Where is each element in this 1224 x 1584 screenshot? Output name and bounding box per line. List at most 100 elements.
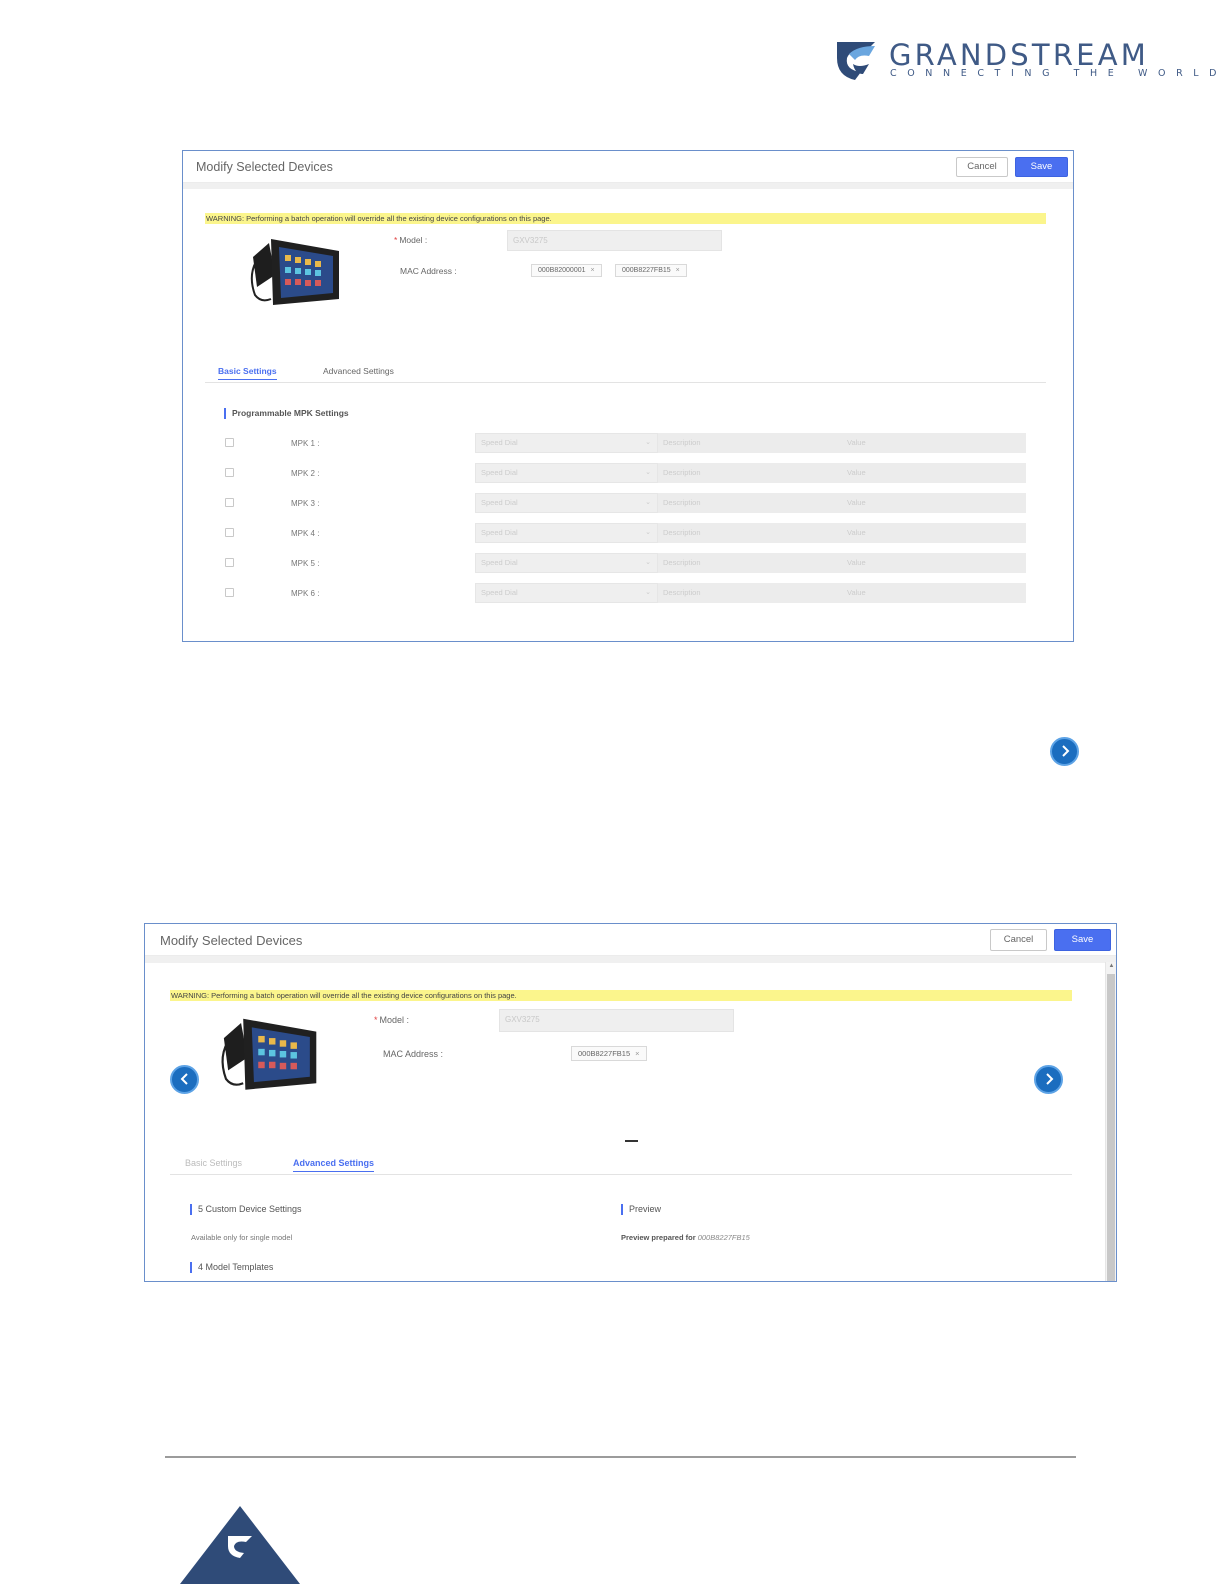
- mpk-checkbox[interactable]: [225, 588, 234, 597]
- chevron-right-icon: [1045, 1073, 1053, 1085]
- chevron-left-icon: [180, 1073, 188, 1085]
- chevron-down-icon: ⌄: [645, 499, 651, 506]
- mpk-type-select[interactable]: Speed Dial ⌄: [475, 433, 658, 453]
- mac-address-label: MAC Address :: [383, 1049, 444, 1059]
- mpk-label: MPK 5 :: [291, 559, 320, 568]
- modify-devices-dialog-advanced: Modify Selected Devices Cancel Save ▲ WA…: [144, 923, 1117, 1282]
- device-phone-image: [250, 239, 339, 305]
- grandstream-footer-icon: [180, 1506, 300, 1584]
- model-label: * Model :: [374, 1015, 410, 1025]
- mpk-row: MPK 4 : Speed Dial ⌄ Description Value: [183, 523, 1073, 543]
- mpk-value-input[interactable]: Value: [842, 433, 1026, 453]
- header-divider: [145, 956, 1116, 963]
- mpk-checkbox[interactable]: [225, 498, 234, 507]
- remove-tag-icon[interactable]: ×: [635, 1049, 639, 1058]
- mpk-type-select[interactable]: Speed Dial ⌄: [475, 523, 658, 543]
- previous-device-button[interactable]: [170, 1065, 199, 1094]
- preview-status: Preview prepared for 000B8227FB15: [621, 1233, 750, 1242]
- next-device-button[interactable]: [1050, 737, 1079, 766]
- mpk-label: MPK 2 :: [291, 469, 320, 478]
- scroll-up-icon[interactable]: ▲: [1107, 962, 1116, 971]
- dialog-title: Modify Selected Devices: [160, 933, 303, 948]
- remove-tag-icon[interactable]: ×: [676, 267, 680, 274]
- brand-tagline: CONNECTING THE WORLD: [890, 68, 1224, 79]
- mpk-checkbox[interactable]: [225, 558, 234, 567]
- chevron-down-icon: ⌄: [645, 589, 651, 596]
- mpk-value-input[interactable]: Value: [842, 523, 1026, 543]
- mpk-description-input[interactable]: Description: [658, 433, 842, 453]
- model-input[interactable]: GXV3275: [507, 230, 722, 251]
- mpk-label: MPK 6 :: [291, 589, 320, 598]
- brand-logo: GRANDSTREAM CONNECTING THE WORLD: [835, 38, 1217, 82]
- tab-basic-settings[interactable]: Basic Settings: [218, 366, 277, 380]
- mpk-row: MPK 5 : Speed Dial ⌄ Description Value: [183, 553, 1073, 573]
- grandstream-logo-icon: [837, 42, 875, 80]
- preview-title: Preview: [621, 1204, 661, 1215]
- mpk-value-input[interactable]: Value: [842, 583, 1026, 603]
- scrollbar-thumb[interactable]: [1107, 974, 1115, 1281]
- cancel-button[interactable]: Cancel: [990, 929, 1047, 951]
- mpk-description-input[interactable]: Description: [658, 463, 842, 483]
- mpk-description-input[interactable]: Description: [658, 583, 842, 603]
- mpk-value-input[interactable]: Value: [842, 493, 1026, 513]
- dialog-scrollbar[interactable]: ▲: [1105, 962, 1116, 1281]
- mpk-type-select[interactable]: Speed Dial ⌄: [475, 493, 658, 513]
- save-button[interactable]: Save: [1054, 929, 1111, 951]
- settings-tabs: Basic Settings Advanced Settings: [170, 1155, 1072, 1175]
- cancel-button[interactable]: Cancel: [956, 157, 1008, 177]
- chevron-down-icon: ⌄: [645, 529, 651, 536]
- batch-warning: WARNING: Performing a batch operation wi…: [170, 990, 1072, 1001]
- mpk-label: MPK 1 :: [291, 439, 320, 448]
- mpk-type-select[interactable]: Speed Dial ⌄: [475, 463, 658, 483]
- chevron-down-icon: ⌄: [645, 439, 651, 446]
- modify-devices-dialog-basic: Modify Selected Devices Cancel Save WARN…: [182, 150, 1074, 642]
- mpk-type-select[interactable]: Speed Dial ⌄: [475, 553, 658, 573]
- chevron-down-icon: ⌄: [645, 469, 651, 476]
- mpk-checkbox[interactable]: [225, 528, 234, 537]
- mpk-checkbox[interactable]: [225, 438, 234, 447]
- tab-advanced-settings[interactable]: Advanced Settings: [323, 366, 394, 376]
- mac-tag[interactable]: 000B8227FB15 ×: [571, 1046, 647, 1061]
- dialog-header: Modify Selected Devices Cancel Save: [145, 924, 1116, 956]
- mpk-description-input[interactable]: Description: [658, 493, 842, 513]
- mpk-row: MPK 6 : Speed Dial ⌄ Description Value: [183, 583, 1073, 603]
- mpk-list: MPK 1 : Speed Dial ⌄ Description Value MP…: [183, 433, 1073, 613]
- mpk-section-title: Programmable MPK Settings: [224, 408, 349, 419]
- save-button[interactable]: Save: [1015, 157, 1068, 177]
- custom-settings-note: Available only for single model: [191, 1233, 293, 1242]
- model-templates-title: 4 Model Templates: [190, 1262, 273, 1273]
- mpk-checkbox[interactable]: [225, 468, 234, 477]
- preview-mac: 000B8227FB15: [697, 1233, 750, 1242]
- brand-name: GRANDSTREAM: [889, 38, 1149, 72]
- mpk-description-input[interactable]: Description: [658, 553, 842, 573]
- header-divider: [183, 183, 1073, 189]
- mpk-description-input[interactable]: Description: [658, 523, 842, 543]
- device-phone-image: [221, 1018, 317, 1090]
- model-input[interactable]: GXV3275: [499, 1009, 734, 1032]
- settings-tabs: Basic Settings Advanced Settings: [205, 363, 1046, 383]
- custom-settings-title: 5 Custom Device Settings: [190, 1204, 302, 1215]
- model-label: * Model :: [394, 235, 428, 245]
- mpk-type-select[interactable]: Speed Dial ⌄: [475, 583, 658, 603]
- mac-address-label: MAC Address :: [400, 266, 457, 276]
- remove-tag-icon[interactable]: ×: [591, 267, 595, 274]
- batch-warning: WARNING: Performing a batch operation wi…: [205, 213, 1046, 224]
- mpk-label: MPK 3 :: [291, 499, 320, 508]
- mac-tag[interactable]: 000B8227FB15 ×: [615, 264, 687, 277]
- mpk-row: MPK 2 : Speed Dial ⌄ Description Value: [183, 463, 1073, 483]
- mac-tag[interactable]: 000B82000001 ×: [531, 264, 602, 277]
- mpk-row: MPK 1 : Speed Dial ⌄ Description Value: [183, 433, 1073, 453]
- dialog-title: Modify Selected Devices: [196, 160, 333, 174]
- mpk-value-input[interactable]: Value: [842, 463, 1026, 483]
- mpk-label: MPK 4 :: [291, 529, 320, 538]
- footer-divider: [165, 1456, 1076, 1458]
- dialog-header: Modify Selected Devices Cancel Save: [183, 151, 1073, 183]
- tab-advanced-settings[interactable]: Advanced Settings: [293, 1158, 375, 1172]
- tab-basic-settings[interactable]: Basic Settings: [185, 1158, 242, 1168]
- chevron-right-icon: [1061, 745, 1069, 757]
- next-device-button[interactable]: [1034, 1065, 1063, 1094]
- chevron-down-icon: ⌄: [645, 559, 651, 566]
- mpk-row: MPK 3 : Speed Dial ⌄ Description Value: [183, 493, 1073, 513]
- mpk-value-input[interactable]: Value: [842, 553, 1026, 573]
- carousel-indicator[interactable]: [625, 1140, 638, 1142]
